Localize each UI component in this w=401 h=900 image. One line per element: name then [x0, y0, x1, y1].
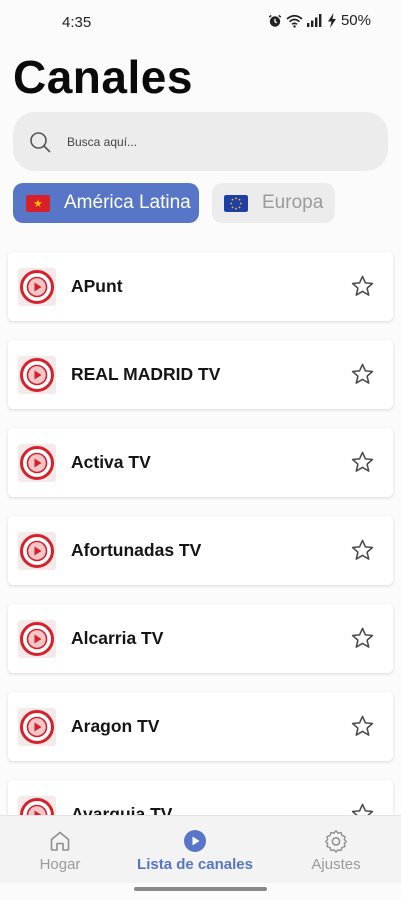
nav-settings[interactable]: Ajustes: [296, 816, 376, 883]
channel-list: APunt REAL MADRID TV Activa TV Afortunad…: [8, 252, 393, 868]
wifi-icon: [286, 14, 303, 28]
channel-item[interactable]: Aragon TV: [8, 692, 393, 761]
play-icon: [184, 830, 206, 852]
channel-item[interactable]: REAL MADRID TV: [8, 340, 393, 409]
channel-name: APunt: [71, 276, 123, 296]
star-icon[interactable]: [350, 626, 375, 651]
play-logo-icon: [18, 532, 56, 570]
search-input[interactable]: [65, 133, 349, 150]
star-icon[interactable]: [350, 450, 375, 475]
play-logo-icon: [18, 708, 56, 746]
battery-percent: 50%: [340, 12, 371, 29]
channel-name: Afortunadas TV: [71, 540, 202, 560]
star-icon[interactable]: [350, 274, 375, 299]
home-indicator[interactable]: [134, 887, 267, 891]
star-icon[interactable]: [350, 714, 375, 739]
tab-label: América Latina: [64, 192, 191, 213]
signal-icon: [306, 14, 322, 27]
play-logo-icon: [18, 268, 56, 306]
latam-flag-icon: [26, 194, 50, 212]
nav-home[interactable]: Hogar: [20, 816, 100, 883]
home-icon: [50, 831, 70, 851]
play-logo-icon: [18, 620, 56, 658]
nav-label: Ajustes: [311, 856, 361, 873]
channel-name: Activa TV: [71, 452, 151, 472]
status-icons: 50%: [268, 12, 371, 29]
star-icon[interactable]: [350, 362, 375, 387]
channel-name: Aragon TV: [71, 716, 160, 736]
play-logo-icon: [18, 444, 56, 482]
charging-icon: [327, 13, 336, 28]
channel-item[interactable]: Activa TV: [8, 428, 393, 497]
tab-label: Europa: [262, 192, 324, 213]
channel-name: REAL MADRID TV: [71, 364, 221, 384]
channel-name: Alcarria TV: [71, 628, 164, 648]
nav-label: Hogar: [39, 856, 81, 873]
star-icon[interactable]: [350, 538, 375, 563]
channel-item[interactable]: APunt: [8, 252, 393, 321]
status-bar: 4:35 50%: [0, 0, 401, 44]
gear-icon: [325, 830, 347, 853]
tab-europa[interactable]: Europa: [212, 183, 335, 223]
eu-flag-icon: [224, 194, 248, 212]
app-screen: 4:35 50% Canales Busca aquí... América L…: [0, 0, 401, 900]
bottom-nav: Hogar Lista de canales Ajustes: [0, 815, 401, 883]
status-time: 4:35: [62, 14, 92, 31]
alarm-icon: [268, 14, 282, 27]
nav-label: Lista de canales: [137, 856, 253, 873]
channel-item[interactable]: Afortunadas TV: [8, 516, 393, 585]
tab-america-latina[interactable]: América Latina: [13, 183, 199, 223]
search-icon: [30, 131, 51, 152]
search-bar[interactable]: [13, 112, 388, 171]
nav-channel-list[interactable]: Lista de canales: [125, 816, 265, 883]
channel-item[interactable]: Alcarria TV: [8, 604, 393, 673]
page-title: Canales: [13, 51, 193, 103]
play-logo-icon: [18, 356, 56, 394]
